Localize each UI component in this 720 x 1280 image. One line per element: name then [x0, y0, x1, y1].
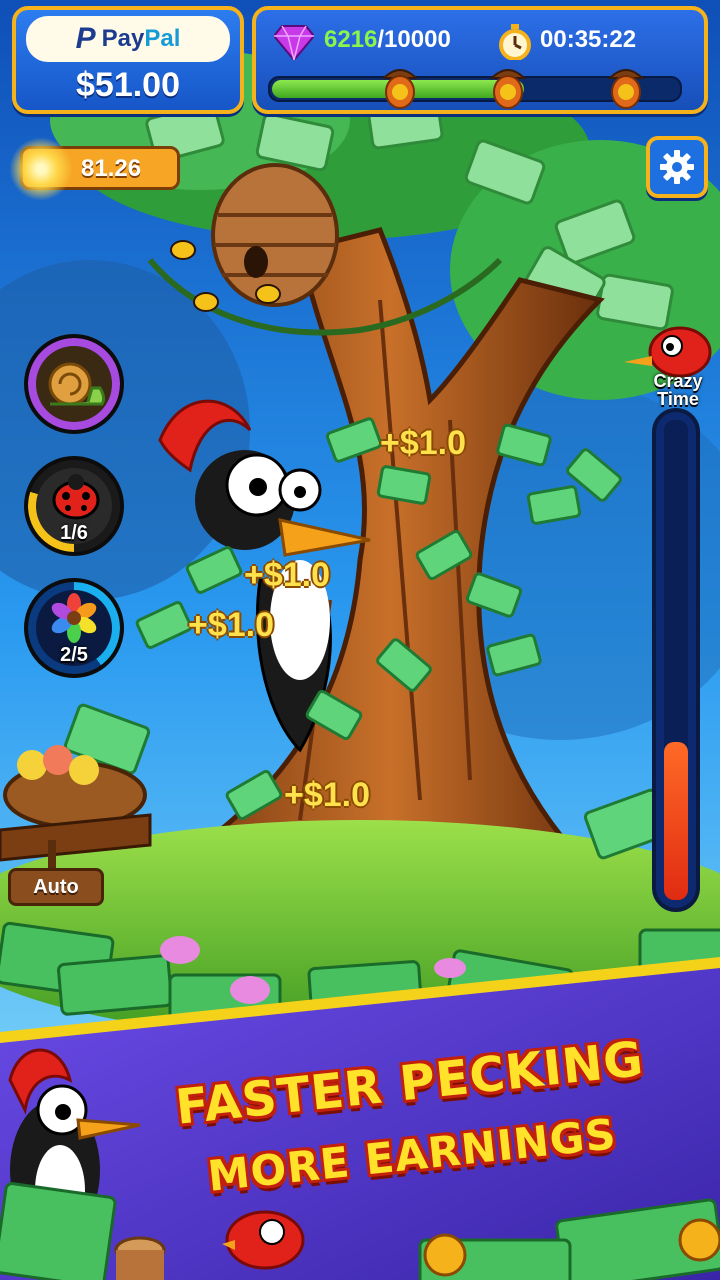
gem-current: 6216: [324, 26, 378, 53]
reward-popup: +$1.0: [380, 424, 467, 462]
snail-icon: [48, 362, 106, 406]
crazy-time-meter: [652, 408, 700, 912]
settings-button[interactable]: [646, 136, 708, 198]
booster-count: 1/6: [60, 522, 88, 544]
flower-icon: [51, 593, 97, 643]
paypal-wallet-card[interactable]: P PayPal $51.00: [12, 6, 244, 114]
gem-total: /10000: [377, 26, 451, 53]
wallet-balance: $51.00: [76, 66, 180, 104]
coin-counter: 81.26: [9, 137, 180, 201]
gem-counter: 6216/10000: [324, 26, 451, 54]
reward-popup: +$1.0: [284, 776, 371, 814]
acorn-dollar-icon: [381, 69, 419, 109]
reward-popup: +$1.0: [188, 606, 275, 644]
game-scene: P PayPal $51.00 6216/10000 00:35:22 81.2…: [0, 0, 720, 1280]
crazy-time-meter-fill: [664, 741, 688, 900]
snail-booster-button[interactable]: [24, 334, 124, 434]
acorn-dollar-icon: [489, 69, 527, 109]
gear-icon: [660, 150, 694, 184]
crazy-time-label: Crazy Time: [653, 371, 703, 409]
paypal-mark-icon: P: [75, 22, 96, 55]
acorn-dollar-icon: [607, 69, 645, 109]
paypal-wordmark: PayPal: [101, 25, 181, 52]
flower-booster-button[interactable]: 2/5: [24, 578, 124, 678]
ladybug-icon: [52, 474, 100, 520]
sparkle-icon: [9, 137, 73, 201]
coin-value: 81.26: [81, 155, 142, 182]
stopwatch-icon: [499, 24, 531, 60]
reward-popup: +$1.0: [244, 556, 331, 594]
ladybug-booster-button[interactable]: 1/6: [24, 456, 124, 556]
booster-count: 2/5: [60, 644, 88, 666]
auto-label: Auto: [33, 876, 79, 898]
auto-button[interactable]: Auto: [8, 868, 104, 906]
gem-icon: [274, 25, 314, 60]
countdown-timer: 00:35:22: [540, 26, 637, 53]
paypal-logo: P PayPal: [26, 16, 230, 62]
milestone-progress-card: 6216/10000 00:35:22: [252, 6, 708, 114]
